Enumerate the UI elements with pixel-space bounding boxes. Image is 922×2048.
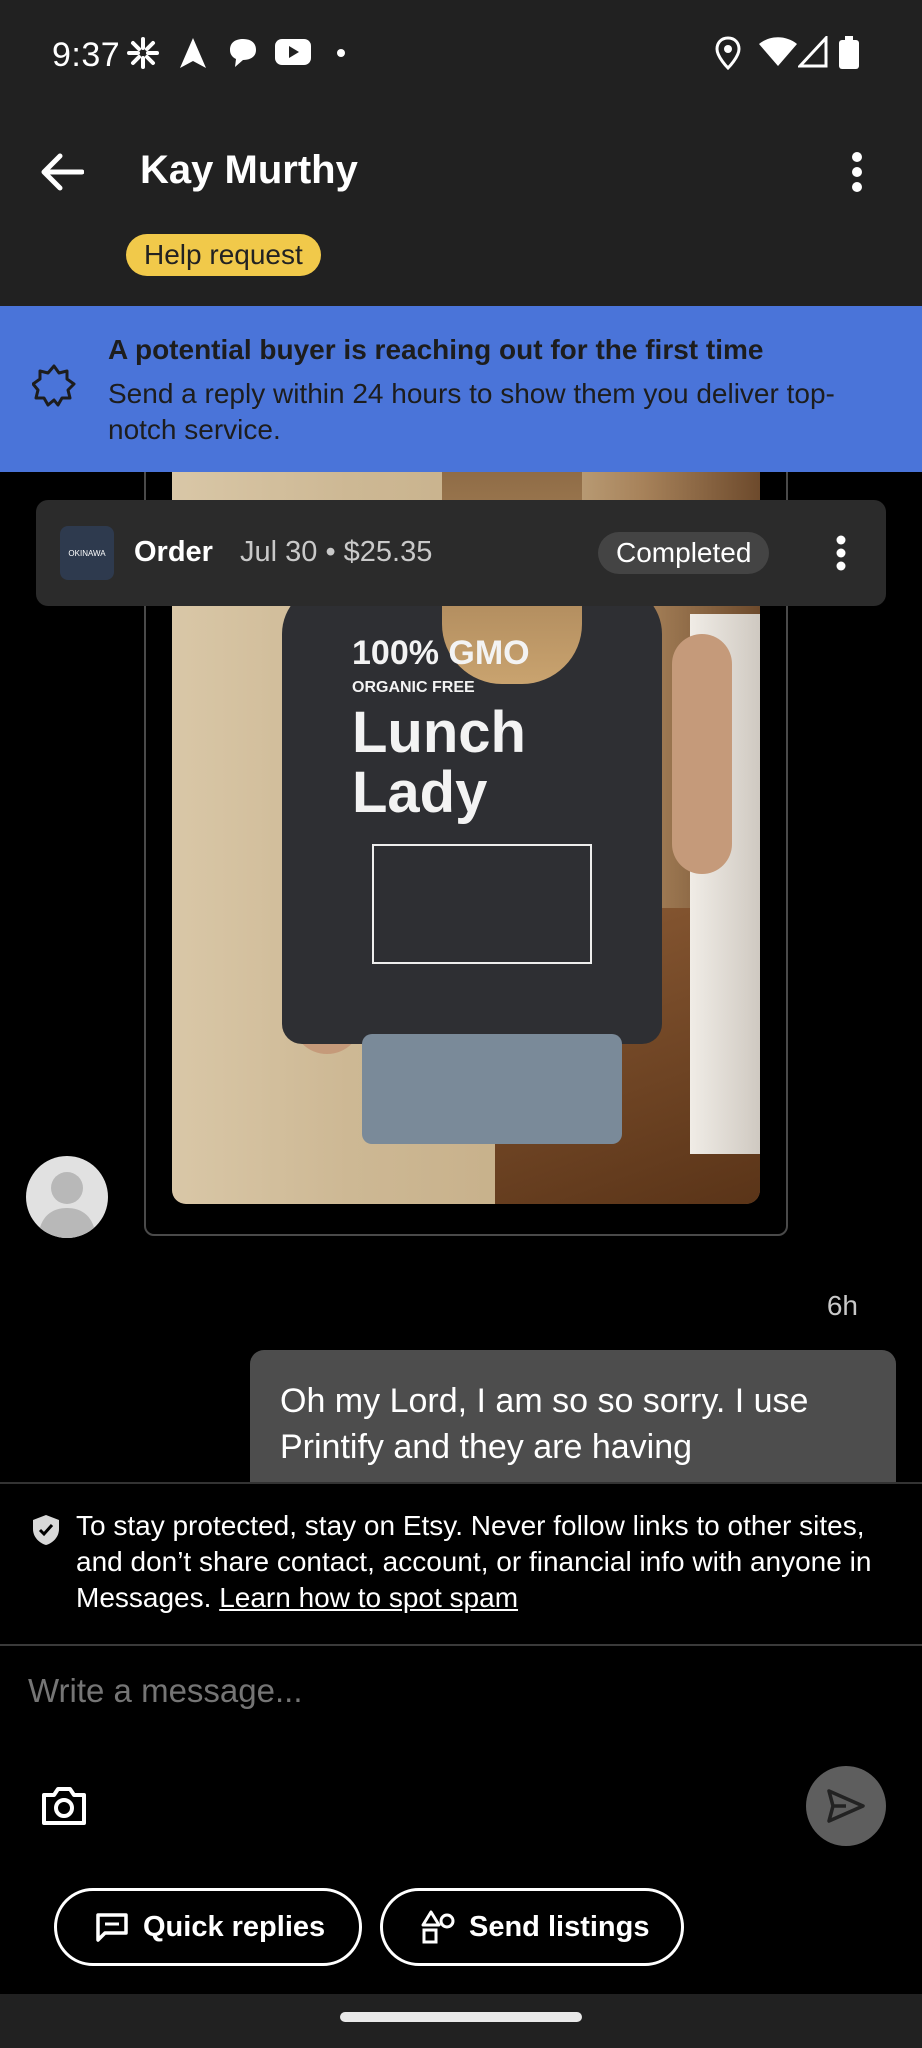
order-card[interactable]: OKINAWA Order Jul 30 • $25.35 Completed <box>36 500 886 606</box>
send-icon <box>827 1789 865 1823</box>
send-button[interactable] <box>806 1766 886 1846</box>
first-contact-banner: A potential buyer is reaching out for th… <box>0 306 922 472</box>
message-thread[interactable]: 100% GMO ORGANIC FREE Lunch Lady OKINAWA… <box>0 472 922 1482</box>
message-timestamp: 6h <box>826 1290 858 1321</box>
conversation-title: Kay Murthy <box>140 148 358 192</box>
app-bar: Kay Murthy Help request <box>0 110 922 306</box>
shirt-text-line: ORGANIC FREE <box>352 679 475 696</box>
banner-title: A potential buyer is reaching out for th… <box>108 334 764 365</box>
shirt-text-line: 100% GMO <box>352 634 530 672</box>
order-thumbnail: OKINAWA <box>60 526 114 580</box>
home-gesture-handle[interactable] <box>340 2012 582 2022</box>
app-root: 9:37 Kay Murthy Help request A potential… <box>0 0 922 2048</box>
arrow-left-icon <box>41 153 84 191</box>
divider <box>0 1644 922 1646</box>
more-options-button[interactable] <box>832 140 882 204</box>
photo-shorts <box>362 1034 622 1144</box>
chat-bubble-icon <box>230 39 256 67</box>
send-listings-label: Send listings <box>469 1910 650 1943</box>
message-template-icon <box>96 1913 128 1942</box>
help-request-tag: Help request <box>126 234 321 276</box>
quick-replies-button[interactable]: Quick replies <box>54 1888 362 1966</box>
safety-notice: To stay protected, stay on Etsy. Never f… <box>0 1482 922 1644</box>
spam-help-link[interactable]: Learn how to spot spam <box>219 1582 518 1613</box>
outgoing-message-bubble[interactable]: Oh my Lord, I am so so sorry. I use Prin… <box>250 1350 896 1482</box>
wifi-icon <box>759 37 797 66</box>
order-more-button[interactable] <box>826 530 856 576</box>
youtube-icon <box>275 39 311 65</box>
badge-star-icon <box>32 364 76 407</box>
camera-button[interactable] <box>36 1778 92 1834</box>
buyer-avatar[interactable] <box>26 1156 108 1238</box>
person-silhouette-icon <box>38 1172 96 1238</box>
more-vertical-icon <box>836 535 846 571</box>
pinwheel-icon <box>127 37 159 69</box>
order-label: Order <box>134 536 213 568</box>
quick-replies-label: Quick replies <box>143 1910 326 1943</box>
navigation-arrow-icon <box>180 38 206 68</box>
status-bar: 9:37 <box>0 0 922 110</box>
message-text: Oh my Lord, I am so so sorry. I use Prin… <box>280 1382 809 1466</box>
message-input[interactable] <box>28 1672 788 1710</box>
photo-arm <box>672 634 732 874</box>
shirt-text-line: Lunch Lady <box>352 700 526 825</box>
order-status-badge: Completed <box>598 532 770 574</box>
shapes-icon <box>421 1910 455 1944</box>
banner-body: Send a reply within 24 hours to show the… <box>108 378 835 445</box>
battery-icon <box>839 36 859 69</box>
notice-text: To stay protected, stay on Etsy. Never f… <box>76 1508 906 1616</box>
status-time: 9:37 <box>52 36 121 74</box>
shirt-print: 100% GMO ORGANIC FREE Lunch Lady <box>352 634 592 823</box>
shirt-graphic <box>372 844 592 964</box>
order-date-price: Jul 30 • $25.35 <box>240 536 433 568</box>
system-nav-bar <box>0 1994 922 2048</box>
dot-icon <box>337 49 345 57</box>
send-listings-button[interactable]: Send listings <box>380 1888 684 1966</box>
camera-icon <box>42 1787 86 1825</box>
signal-icon <box>798 36 828 68</box>
shield-check-icon <box>33 1515 59 1545</box>
location-pin-icon <box>715 36 741 70</box>
back-button[interactable] <box>30 140 94 204</box>
more-vertical-icon <box>852 152 862 192</box>
